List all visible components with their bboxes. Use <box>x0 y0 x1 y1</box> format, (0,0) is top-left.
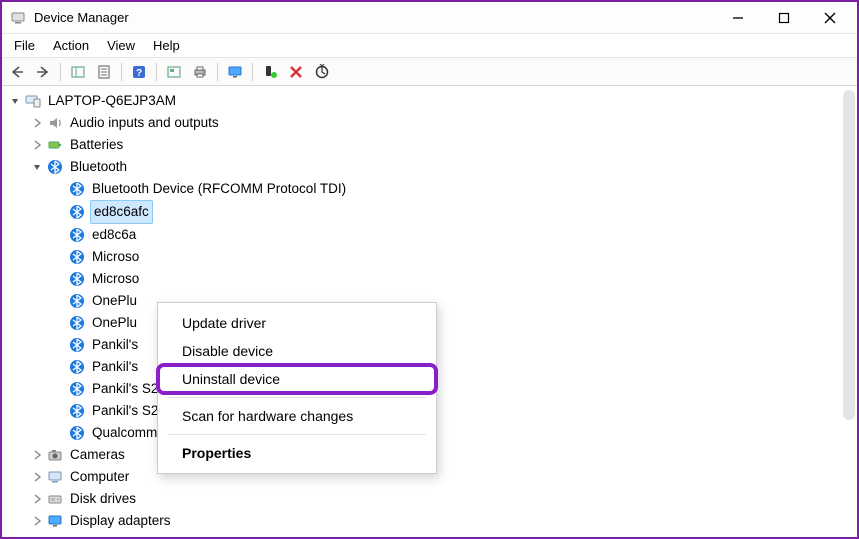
bluetooth-icon <box>68 226 86 244</box>
tree-node[interactable]: Display adapters <box>4 510 857 532</box>
menu-help[interactable]: Help <box>145 36 188 55</box>
device-tree-pane: LAPTOP-Q6EJP3AMAudio inputs and outputsB… <box>2 86 857 537</box>
tree-node-label: Microso <box>90 268 141 290</box>
display-icon <box>46 512 64 530</box>
bluetooth-icon <box>68 180 86 198</box>
tree-node[interactable]: Batteries <box>4 134 857 156</box>
bluetooth-icon <box>68 424 86 442</box>
bluetooth-icon <box>68 314 86 332</box>
context-menu-separator <box>168 397 426 398</box>
tree-node-label: Disk drives <box>68 488 138 510</box>
vertical-scrollbar[interactable] <box>843 90 855 420</box>
bluetooth-icon <box>68 248 86 266</box>
camera-icon <box>46 446 64 464</box>
tree-node-label: Bluetooth Device (RFCOMM Protocol TDI) <box>90 178 348 200</box>
help-icon[interactable]: ? <box>128 61 150 83</box>
tree-node-label: Display adapters <box>68 510 173 532</box>
tree-node-label: Bluetooth <box>68 156 129 178</box>
maximize-button[interactable] <box>761 3 807 33</box>
tree-node[interactable]: Disk drives <box>4 488 857 510</box>
device-manager-app-icon <box>10 10 26 26</box>
context-menu-disable-device[interactable]: Disable device <box>158 337 436 365</box>
context-menu: Update driver Disable device Uninstall d… <box>157 302 437 474</box>
menu-view[interactable]: View <box>99 36 143 55</box>
bluetooth-icon <box>68 270 86 288</box>
tree-node[interactable]: Microso <box>4 268 857 290</box>
chevron-right-icon[interactable] <box>30 492 44 506</box>
chevron-right-icon[interactable] <box>30 470 44 484</box>
menu-action[interactable]: Action <box>45 36 97 55</box>
bluetooth-icon <box>68 358 86 376</box>
computer-icon <box>46 468 64 486</box>
scan-hardware-icon[interactable] <box>311 61 333 83</box>
properties-sheet-icon[interactable] <box>93 61 115 83</box>
menu-file[interactable]: File <box>6 36 43 55</box>
context-menu-scan-hardware[interactable]: Scan for hardware changes <box>158 402 436 430</box>
context-menu-properties[interactable]: Properties <box>158 439 436 467</box>
context-menu-uninstall-device[interactable]: Uninstall device <box>158 365 436 393</box>
battery-icon <box>46 136 64 154</box>
tree-node[interactable]: Bluetooth Device (RFCOMM Protocol TDI) <box>4 178 857 200</box>
tree-node-label: Batteries <box>68 134 125 156</box>
disk-icon <box>46 490 64 508</box>
bluetooth-icon <box>68 203 86 221</box>
context-menu-update-driver[interactable]: Update driver <box>158 309 436 337</box>
tree-node[interactable]: ed8c6a <box>4 224 857 246</box>
toolbar-separator <box>121 63 122 81</box>
context-menu-separator <box>168 434 426 435</box>
tree-node[interactable]: ed8c6afc <box>4 200 857 224</box>
back-arrow-icon[interactable] <box>6 61 28 83</box>
tree-node[interactable]: LAPTOP-Q6EJP3AM <box>4 90 857 112</box>
tree-node[interactable]: Bluetooth <box>4 156 857 178</box>
bluetooth-icon <box>68 336 86 354</box>
tree-node-label: Microso <box>90 246 141 268</box>
chevron-right-icon[interactable] <box>30 514 44 528</box>
tree-node[interactable]: Audio inputs and outputs <box>4 112 857 134</box>
device-manager-window: Device Manager File Action View Help ? <box>0 0 859 539</box>
remove-device-icon[interactable] <box>285 61 307 83</box>
titlebar: Device Manager <box>2 2 857 34</box>
minimize-button[interactable] <box>715 3 761 33</box>
toolbar-separator <box>60 63 61 81</box>
tree-node-label: Computer <box>68 466 131 488</box>
tree-node-label: ed8c6a <box>90 224 138 246</box>
tree-node-label: Audio inputs and outputs <box>68 112 221 134</box>
tree-node-label: Pankil's <box>90 356 140 378</box>
bluetooth-icon <box>68 402 86 420</box>
toolbar-separator <box>252 63 253 81</box>
enable-device-icon[interactable] <box>259 61 281 83</box>
chevron-right-icon[interactable] <box>30 116 44 130</box>
bluetooth-icon <box>68 292 86 310</box>
menubar: File Action View Help <box>2 34 857 58</box>
tree-node-label: Pankil's <box>90 334 140 356</box>
bluetooth-icon <box>68 380 86 398</box>
computer-root-icon <box>24 92 42 110</box>
chevron-down-icon[interactable] <box>8 94 22 108</box>
monitor-icon[interactable] <box>224 61 246 83</box>
tree-node[interactable]: Microso <box>4 246 857 268</box>
tree-node-label: OnePlu <box>90 312 139 334</box>
bluetooth-icon <box>46 158 64 176</box>
action-icon[interactable] <box>163 61 185 83</box>
tree-node-label: ed8c6afc <box>90 200 153 224</box>
svg-text:?: ? <box>136 68 142 79</box>
window-title: Device Manager <box>34 10 715 25</box>
tree-node-label: OnePlu <box>90 290 139 312</box>
chevron-down-icon[interactable] <box>30 160 44 174</box>
tree-node-label: LAPTOP-Q6EJP3AM <box>46 90 178 112</box>
tree-node-label: Cameras <box>68 444 127 466</box>
close-button[interactable] <box>807 3 853 33</box>
chevron-right-icon[interactable] <box>30 138 44 152</box>
print-icon[interactable] <box>189 61 211 83</box>
toolbar-separator <box>217 63 218 81</box>
toolbar: ? <box>2 58 857 86</box>
show-hide-tree-icon[interactable] <box>67 61 89 83</box>
audio-icon <box>46 114 64 132</box>
window-controls <box>715 3 853 33</box>
chevron-right-icon[interactable] <box>30 448 44 462</box>
toolbar-separator <box>156 63 157 81</box>
forward-arrow-icon[interactable] <box>32 61 54 83</box>
